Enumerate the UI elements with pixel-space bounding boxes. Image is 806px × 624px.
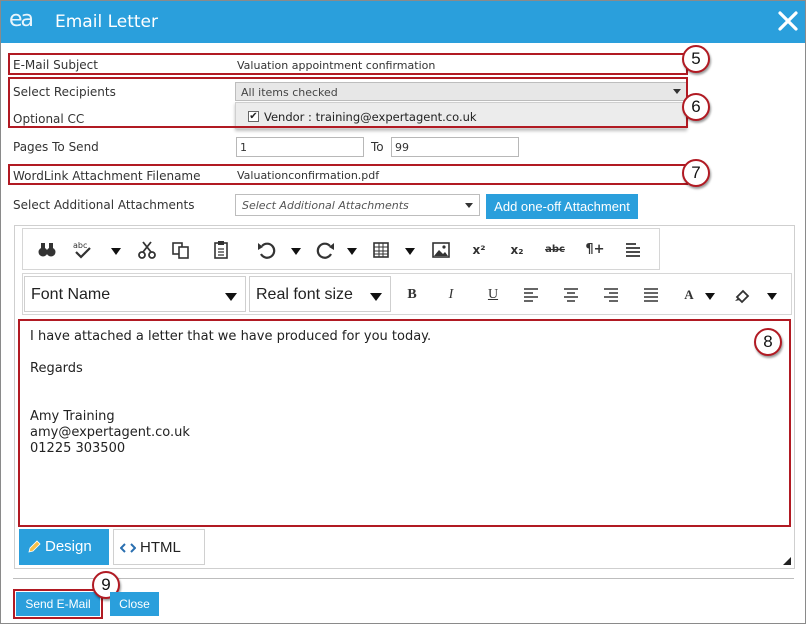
table-icon[interactable] (369, 240, 393, 260)
attachments-select-placeholder: Select Additional Attachments (242, 199, 409, 212)
font-name-value: Font Name (31, 286, 111, 303)
attachments-select[interactable]: Select Additional Attachments (235, 194, 480, 216)
editor-body-line: amy@expertagent.co.uk (30, 425, 190, 440)
superscript-icon[interactable]: x² (467, 240, 491, 260)
table-dropdown-icon[interactable] (405, 248, 415, 255)
editor-toolbar-formatting: Font Name Real font size B I U A (22, 273, 792, 315)
align-center-icon[interactable] (559, 285, 583, 305)
pages-to-input[interactable]: 99 (391, 137, 519, 157)
pencil-icon (28, 540, 41, 553)
editor-body-line: Amy Training (30, 409, 115, 424)
annotation-box-6 (8, 77, 688, 128)
strikethrough-icon[interactable]: abc (543, 240, 567, 260)
font-name-select[interactable]: Font Name (24, 276, 246, 312)
highlight-dropdown-icon[interactable] (767, 293, 777, 300)
annotation-badge-8: 8 (754, 328, 782, 356)
image-icon[interactable] (429, 240, 453, 260)
font-color-icon[interactable]: A (677, 285, 701, 305)
align-left-icon[interactable] (519, 285, 543, 305)
close-icon[interactable] (775, 8, 801, 34)
justify-icon[interactable] (639, 285, 663, 305)
italic-icon[interactable]: I (439, 285, 463, 305)
chevron-down-icon (465, 203, 473, 208)
font-color-dropdown-icon[interactable] (705, 293, 715, 300)
spellcheck-dropdown-icon[interactable] (111, 248, 121, 255)
pages-to-label: To (371, 140, 384, 154)
font-size-select[interactable]: Real font size (249, 276, 391, 312)
tab-html-label: HTML (140, 539, 181, 556)
chevron-down-icon (225, 293, 237, 301)
bold-icon[interactable]: B (400, 285, 424, 305)
pages-from-input[interactable]: 1 (236, 137, 364, 157)
annotation-badge-5: 5 (682, 45, 710, 73)
title-bar: ea Email Letter (1, 1, 805, 43)
highlight-icon[interactable] (731, 285, 755, 305)
redo-icon[interactable] (313, 240, 337, 260)
align-icon[interactable] (621, 240, 645, 260)
svg-text:abc: abc (73, 241, 87, 250)
annotation-box-9 (13, 589, 103, 619)
dialog-title: Email Letter (55, 12, 158, 32)
tab-html[interactable]: HTML (113, 529, 205, 565)
tab-design-label: Design (45, 538, 92, 555)
code-icon (120, 543, 136, 553)
editor-body-line: Regards (30, 361, 83, 376)
footer-divider (13, 578, 794, 579)
annotation-box-5 (8, 53, 688, 75)
editor-body-line (30, 345, 779, 361)
tab-design[interactable]: Design (19, 529, 109, 565)
editor-body-line (30, 393, 779, 409)
editor-content-area[interactable]: I have attached a letter that we have pr… (18, 319, 791, 527)
annotation-badge-7: 7 (682, 159, 710, 187)
font-size-value: Real font size (256, 286, 353, 303)
editor-body-line (30, 377, 779, 393)
pages-label: Pages To Send (13, 140, 99, 154)
annotation-box-7 (8, 164, 688, 185)
chevron-down-icon (370, 293, 382, 301)
close-button[interactable]: Close (110, 592, 159, 616)
paste-icon[interactable] (209, 240, 233, 260)
redo-dropdown-icon[interactable] (347, 248, 357, 255)
add-attachment-button[interactable]: Add one-off Attachment (486, 194, 638, 219)
cut-icon[interactable] (135, 240, 159, 260)
rich-text-editor: abc x² x₂ abc ¶+ Font Name Real font siz… (14, 225, 795, 569)
attachments-label: Select Additional Attachments (13, 198, 195, 212)
spellcheck-icon[interactable]: abc (71, 240, 95, 260)
resize-grip-icon[interactable] (783, 557, 791, 565)
underline-icon[interactable]: U (481, 285, 505, 305)
annotation-badge-6: 6 (682, 93, 710, 121)
subscript-icon[interactable]: x₂ (505, 240, 529, 260)
editor-body-line: I have attached a letter that we have pr… (30, 329, 432, 344)
align-right-icon[interactable] (599, 285, 623, 305)
editor-toolbar-primary: abc x² x₂ abc ¶+ (22, 228, 660, 270)
email-letter-dialog: ea Email Letter E-Mail Subject Valuation… (0, 0, 806, 624)
app-logo: ea (9, 7, 34, 32)
copy-icon[interactable] (169, 240, 193, 260)
find-icon[interactable] (35, 240, 59, 260)
undo-dropdown-icon[interactable] (291, 248, 301, 255)
paragraph-insert-icon[interactable]: ¶+ (583, 240, 607, 260)
undo-icon[interactable] (255, 240, 279, 260)
editor-body-line: 01225 303500 (30, 441, 126, 456)
